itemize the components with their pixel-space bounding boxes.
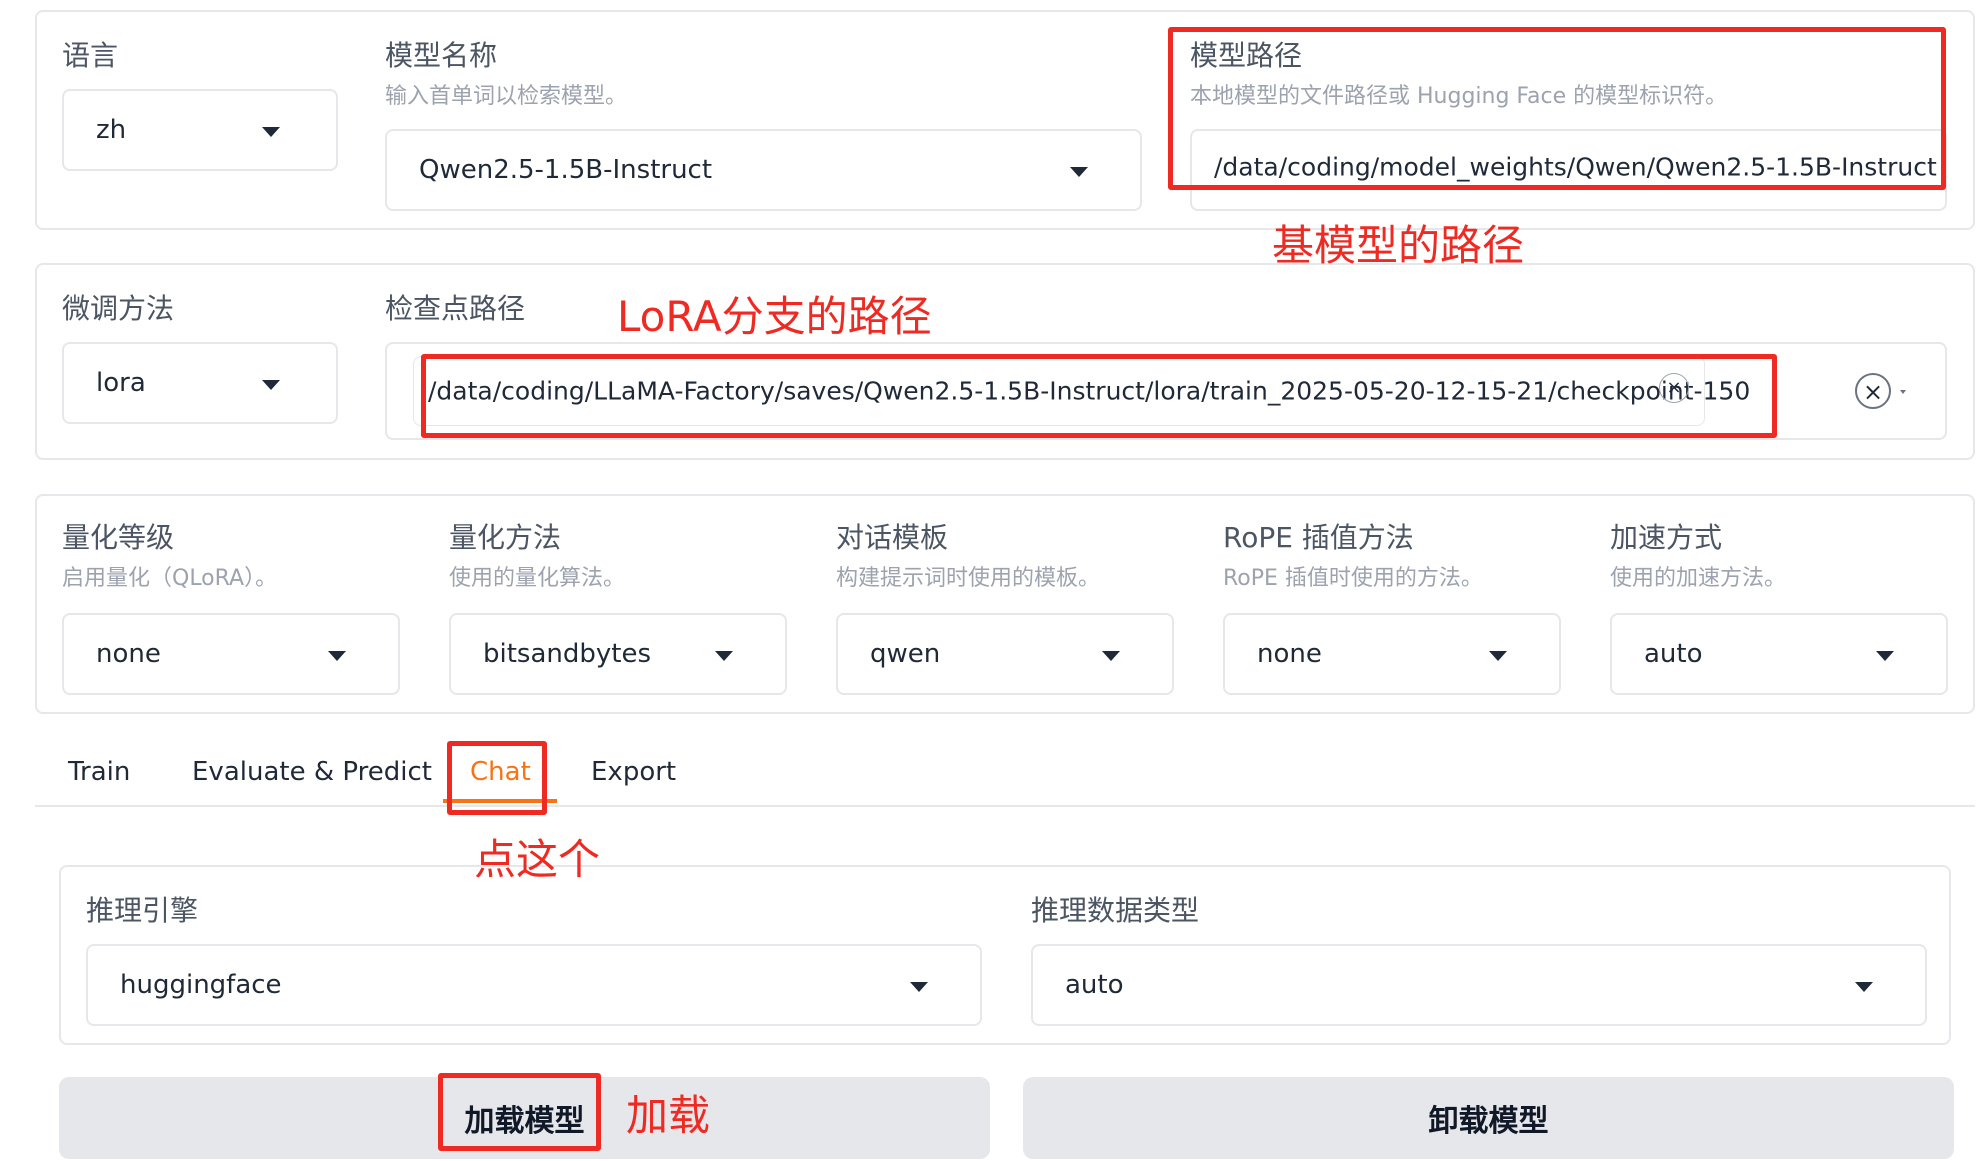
chevron-down-icon	[262, 127, 280, 137]
finetune-method-label: 微调方法	[62, 292, 175, 325]
lora-path-highlight	[421, 354, 1777, 438]
checkpoint-label: 检查点路径	[385, 292, 526, 325]
booster-label: 加速方式	[1610, 521, 1723, 554]
finetune-method-value: lora	[96, 368, 146, 398]
base-model-path-annotation: 基模型的路径	[1272, 221, 1525, 270]
infer-dtype-label: 推理数据类型	[1031, 894, 1200, 927]
advanced-config-block: 量化等级 启用量化（QLoRA）。 none 量化方法 使用的量化算法。 bit…	[35, 494, 1975, 714]
chat-tab-highlight	[447, 741, 547, 815]
quant-method-value: bitsandbytes	[483, 639, 652, 669]
booster-value: auto	[1644, 639, 1703, 669]
infer-dtype-value: auto	[1065, 970, 1124, 1000]
template-info: 构建提示词时使用的模板。	[836, 566, 1101, 591]
template-dropdown[interactable]: qwen	[836, 613, 1174, 695]
rope-dropdown[interactable]: none	[1223, 613, 1561, 695]
chat-config-block: 推理引擎 huggingface 推理数据类型 auto	[59, 865, 1951, 1045]
rope-value: none	[1257, 639, 1322, 669]
model-path-highlight	[1168, 27, 1946, 190]
quant-level-value: none	[96, 639, 161, 669]
model-name-label: 模型名称	[385, 39, 498, 72]
rope-label: RoPE 插值方法	[1223, 521, 1414, 554]
template-value: qwen	[870, 639, 941, 669]
chevron-down-icon	[715, 651, 733, 661]
template-label: 对话模板	[836, 521, 949, 554]
chevron-down-icon	[262, 380, 280, 390]
tab-evaluate-predict[interactable]: Evaluate & Predict	[192, 757, 432, 787]
quant-level-info: 启用量化（QLoRA）。	[62, 566, 278, 591]
model-name-info: 输入首单词以检索模型。	[385, 84, 628, 109]
clear-icon[interactable]: ×	[1855, 373, 1891, 409]
model-name-value: Qwen2.5-1.5B-Instruct	[419, 155, 713, 185]
booster-info: 使用的加速方法。	[1610, 566, 1787, 591]
quant-level-label: 量化等级	[62, 521, 175, 554]
language-label: 语言	[62, 39, 119, 72]
quant-method-label: 量化方法	[449, 521, 562, 554]
infer-dtype-dropdown[interactable]: auto	[1031, 944, 1927, 1026]
chevron-down-icon	[1489, 651, 1507, 661]
chevron-down-icon	[1102, 651, 1120, 661]
quant-level-dropdown[interactable]: none	[62, 613, 400, 695]
small-chevron-down-icon	[1900, 390, 1906, 394]
quant-method-info: 使用的量化算法。	[449, 566, 626, 591]
finetune-method-dropdown[interactable]: lora	[62, 342, 338, 424]
tab-bar: Train Evaluate & Predict Chat Export	[35, 740, 1975, 807]
infer-backend-label: 推理引擎	[86, 894, 199, 927]
chevron-down-icon	[328, 651, 346, 661]
lora-path-annotation: LoRA分支的路径	[617, 292, 932, 341]
chevron-down-icon	[1876, 651, 1894, 661]
load-annotation: 加载	[626, 1091, 711, 1140]
quant-method-dropdown[interactable]: bitsandbytes	[449, 613, 787, 695]
unload-model-button[interactable]: 卸载模型	[1023, 1077, 1954, 1159]
language-value: zh	[96, 115, 127, 145]
tab-train[interactable]: Train	[68, 757, 130, 787]
rope-info: RoPE 插值时使用的方法。	[1223, 566, 1483, 591]
infer-backend-dropdown[interactable]: huggingface	[86, 944, 982, 1026]
chevron-down-icon	[1070, 167, 1088, 177]
tab-export[interactable]: Export	[591, 757, 676, 787]
model-name-dropdown[interactable]: Qwen2.5-1.5B-Instruct	[385, 129, 1142, 211]
chevron-down-icon	[910, 982, 928, 992]
booster-dropdown[interactable]: auto	[1610, 613, 1948, 695]
click-this-annotation: 点这个	[474, 835, 601, 884]
load-button-highlight	[438, 1073, 601, 1151]
chevron-down-icon	[1855, 982, 1873, 992]
language-dropdown[interactable]: zh	[62, 89, 338, 171]
infer-backend-value: huggingface	[120, 970, 282, 1000]
